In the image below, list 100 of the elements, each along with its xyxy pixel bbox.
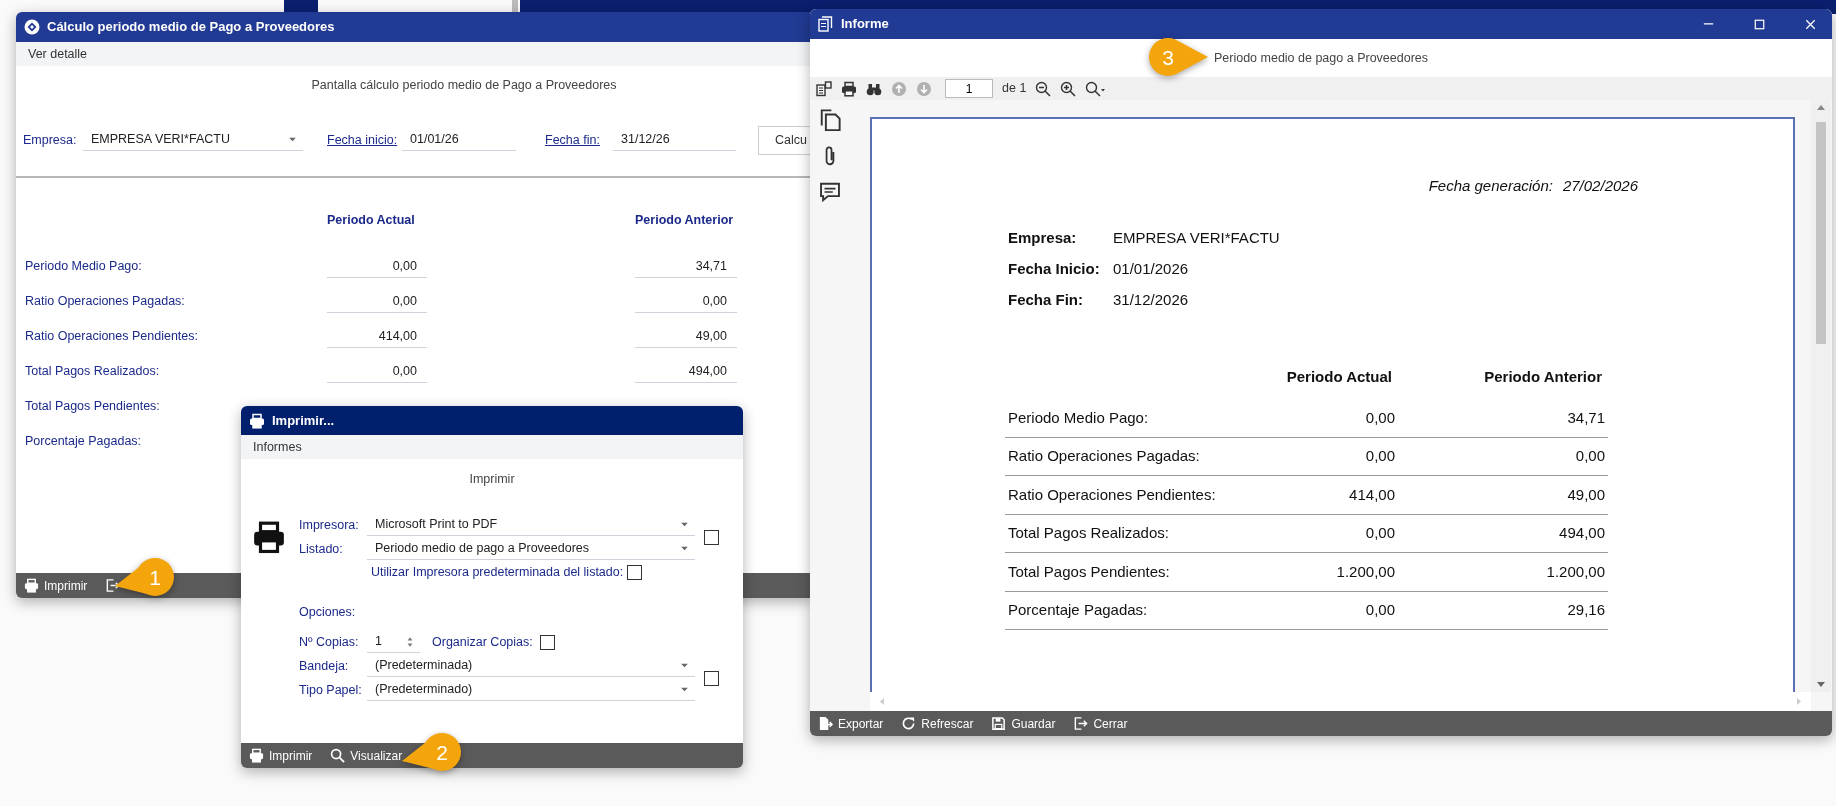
menu-item[interactable]: Ver detalle xyxy=(26,44,90,64)
row-label: Total Pagos Pendientes: xyxy=(25,398,160,416)
logo-icon xyxy=(24,19,40,35)
window-title: Informe xyxy=(841,15,889,34)
checkbox[interactable] xyxy=(627,564,643,580)
heading: Imprimir xyxy=(468,471,516,488)
table-cell-text: 414,00 xyxy=(1348,484,1395,505)
printer-icon xyxy=(249,412,265,429)
comment-icon[interactable] xyxy=(819,181,841,203)
report-title: Periodo medio de pago a Proveedores xyxy=(1213,49,1428,67)
row-label: Ratio Operaciones Pagadas: xyxy=(1008,446,1201,466)
info-label: Empresa: xyxy=(1007,228,1078,249)
table-cell-text: 0,00 xyxy=(1364,600,1395,620)
table-cell-text: 29,16 xyxy=(1566,600,1605,620)
date-link[interactable]: Fecha inicio: xyxy=(327,130,402,150)
column-header: Periodo Anterior xyxy=(1483,366,1602,387)
print-button[interactable]: Imprimir xyxy=(22,575,90,596)
calculate-button[interactable]: Calcu xyxy=(758,125,812,155)
printer-icon xyxy=(252,520,286,554)
exit-button[interactable]: Cerrar xyxy=(1071,713,1130,734)
zoom-out-icon[interactable] xyxy=(1035,80,1052,97)
field-label: Impresora: xyxy=(299,516,360,534)
checkbox-label: Organizar Copias: xyxy=(432,633,534,651)
page-count: de 1 xyxy=(1002,80,1027,98)
printer-icon[interactable] xyxy=(841,80,857,97)
field-label: Listado: xyxy=(299,540,344,558)
menu-item[interactable]: Informes xyxy=(251,437,304,457)
checkbox[interactable] xyxy=(704,670,719,686)
value-field: 49,00 xyxy=(635,325,737,348)
info-label: Fecha Fin: xyxy=(1007,290,1084,311)
printer-icon xyxy=(249,748,264,763)
dropdown-field[interactable]: Microsoft Print to PDF xyxy=(367,514,695,536)
document-icon xyxy=(818,16,834,32)
dropdown-field[interactable]: (Predeterminada) xyxy=(367,655,695,677)
export-button[interactable]: Exportar xyxy=(816,713,886,734)
printer-icon xyxy=(24,578,39,593)
window-title: Imprimir... xyxy=(272,411,335,430)
row-label: Total Pagos Realizados: xyxy=(25,363,160,381)
table-cell-text: 0,00 xyxy=(1574,446,1605,466)
row-label: Porcentaje Pagadas: xyxy=(25,433,142,451)
caret-icon xyxy=(680,522,689,527)
table-cell-text: 494,00 xyxy=(1558,523,1605,543)
dropdown-field[interactable]: Periodo medio de pago a Proveedores xyxy=(367,538,695,560)
generated-label: Fecha generación: xyxy=(1428,176,1553,196)
value-field: 0,00 xyxy=(327,360,427,383)
caret-icon xyxy=(680,687,689,692)
pages-icon[interactable] xyxy=(819,109,841,131)
refresh-icon xyxy=(901,716,917,731)
checkbox[interactable] xyxy=(704,529,719,545)
row-label: Periodo Medio Pago: xyxy=(1008,407,1150,428)
table-cell-text: 0,00 xyxy=(1364,446,1395,466)
row-label: Ratio Operaciones Pendientes: xyxy=(1008,484,1217,505)
preview-button[interactable]: Visualizar xyxy=(328,745,405,766)
row-label: Ratio Operaciones Pagadas: xyxy=(25,293,185,311)
date-link[interactable]: Fecha fin: xyxy=(545,130,613,150)
checkbox-label: Utilizar Impresora predeterminada del listado: xyxy=(371,563,624,581)
row-label: Porcentaje Pagadas: xyxy=(1008,600,1149,620)
vertical-scrollbar[interactable] xyxy=(1811,100,1831,692)
value-field: 494,00 xyxy=(635,360,737,383)
refresh-button[interactable]: Refrescar xyxy=(899,713,976,734)
window-title: Cálculo periodo medio de Pago a Proveedores xyxy=(47,18,335,37)
section-label: Opciones: xyxy=(299,603,357,621)
info-value: 31/12/2026 xyxy=(1113,290,1189,311)
page-field[interactable]: 1 xyxy=(945,79,993,98)
info-value: 01/01/2026 xyxy=(1113,259,1189,280)
row-label: Ratio Operaciones Pendientes: xyxy=(25,328,199,346)
save-icon xyxy=(991,716,1007,731)
field-label: Tipo Papel: xyxy=(299,681,363,699)
heading: Pantalla cálculo periodo medio de Pago a Proveedores xyxy=(310,77,618,94)
table-cell-text: 0,00 xyxy=(1364,407,1395,428)
dropdown-field[interactable]: EMPRESA VERI*FACTU xyxy=(83,129,303,151)
field-label: Empresa: xyxy=(23,131,78,149)
table-cell-text: 1.200,00 xyxy=(1545,561,1605,582)
column-header: Periodo Actual xyxy=(327,211,416,229)
field-label: Nº Copias: xyxy=(299,633,360,651)
save-button[interactable]: Guardar xyxy=(989,713,1058,734)
zoom-in-icon[interactable] xyxy=(1060,80,1077,97)
date-field[interactable]: 01/01/26 xyxy=(402,129,516,151)
field-label: Bandeja: xyxy=(299,657,350,675)
print-button[interactable]: Imprimir xyxy=(247,745,315,766)
value-field: 414,00 xyxy=(327,325,427,348)
table-cell-text: 34,71 xyxy=(1566,407,1605,428)
column-header: Periodo Anterior xyxy=(635,211,735,229)
checkbox[interactable] xyxy=(540,634,555,650)
value-field: 0,00 xyxy=(635,290,737,313)
search-icon xyxy=(330,748,346,763)
number-field[interactable]: 1 xyxy=(367,631,420,653)
generated-date: 27/02/2026 xyxy=(1562,176,1638,196)
export-icon xyxy=(818,716,833,731)
value-field: 0,00 xyxy=(327,290,427,313)
value-field: 0,00 xyxy=(327,255,427,278)
exit-icon xyxy=(1073,716,1089,731)
caret-icon xyxy=(680,663,689,668)
document-map-icon[interactable] xyxy=(816,80,832,97)
date-field[interactable]: 31/12/26 xyxy=(613,129,736,151)
row-label: Total Pagos Pendientes: xyxy=(1008,561,1171,582)
zoom-dropdown-icon[interactable] xyxy=(1085,80,1106,97)
info-label: Fecha Inicio: xyxy=(1007,259,1101,280)
dropdown-field[interactable]: (Predeterminado) xyxy=(367,679,695,701)
info-value: EMPRESA VERI*FACTU xyxy=(1113,228,1280,249)
